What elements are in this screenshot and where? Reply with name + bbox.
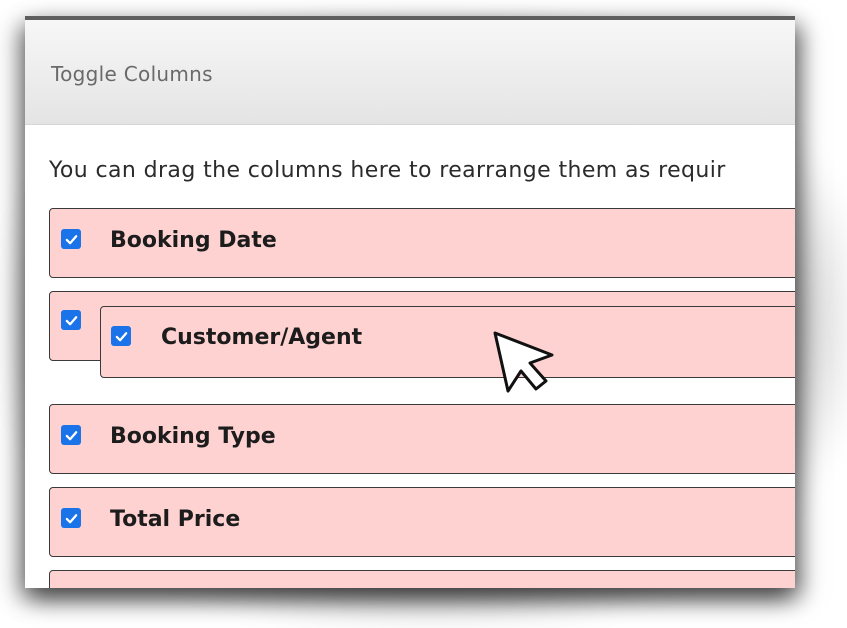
- checkmark-icon: [115, 331, 127, 341]
- checkmark-icon: [65, 430, 77, 440]
- checkbox-dragging[interactable]: [111, 326, 131, 346]
- dialog-header: Toggle Columns: [25, 20, 795, 125]
- checkbox-booking-date[interactable]: [61, 229, 81, 249]
- drag-instructions: You can drag the columns here to rearran…: [49, 158, 726, 183]
- dragging-column-item[interactable]: Customer/Agent: [100, 306, 795, 378]
- column-row-booking-type[interactable]: Booking Type: [49, 404, 795, 474]
- checkmark-icon: [65, 315, 77, 325]
- toggle-columns-dialog: Toggle Columns You can drag the columns …: [25, 16, 795, 588]
- column-row-total-price[interactable]: Total Price: [49, 487, 795, 557]
- checkbox-customer-agent[interactable]: [61, 310, 81, 330]
- checkbox-booking-type[interactable]: [61, 425, 81, 445]
- column-label: Total Price: [110, 507, 241, 532]
- checkbox-total-price[interactable]: [61, 508, 81, 528]
- column-row-partial[interactable]: [49, 570, 795, 588]
- column-label: Booking Date: [110, 228, 277, 253]
- checkmark-icon: [65, 513, 77, 523]
- dragging-column-label: Customer/Agent: [161, 325, 363, 350]
- mouse-pointer-icon: [493, 331, 554, 393]
- column-label: Booking Type: [110, 424, 276, 449]
- column-row-booking-date[interactable]: Booking Date: [49, 208, 795, 278]
- checkmark-icon: [65, 234, 77, 244]
- dialog-title: Toggle Columns: [51, 62, 213, 86]
